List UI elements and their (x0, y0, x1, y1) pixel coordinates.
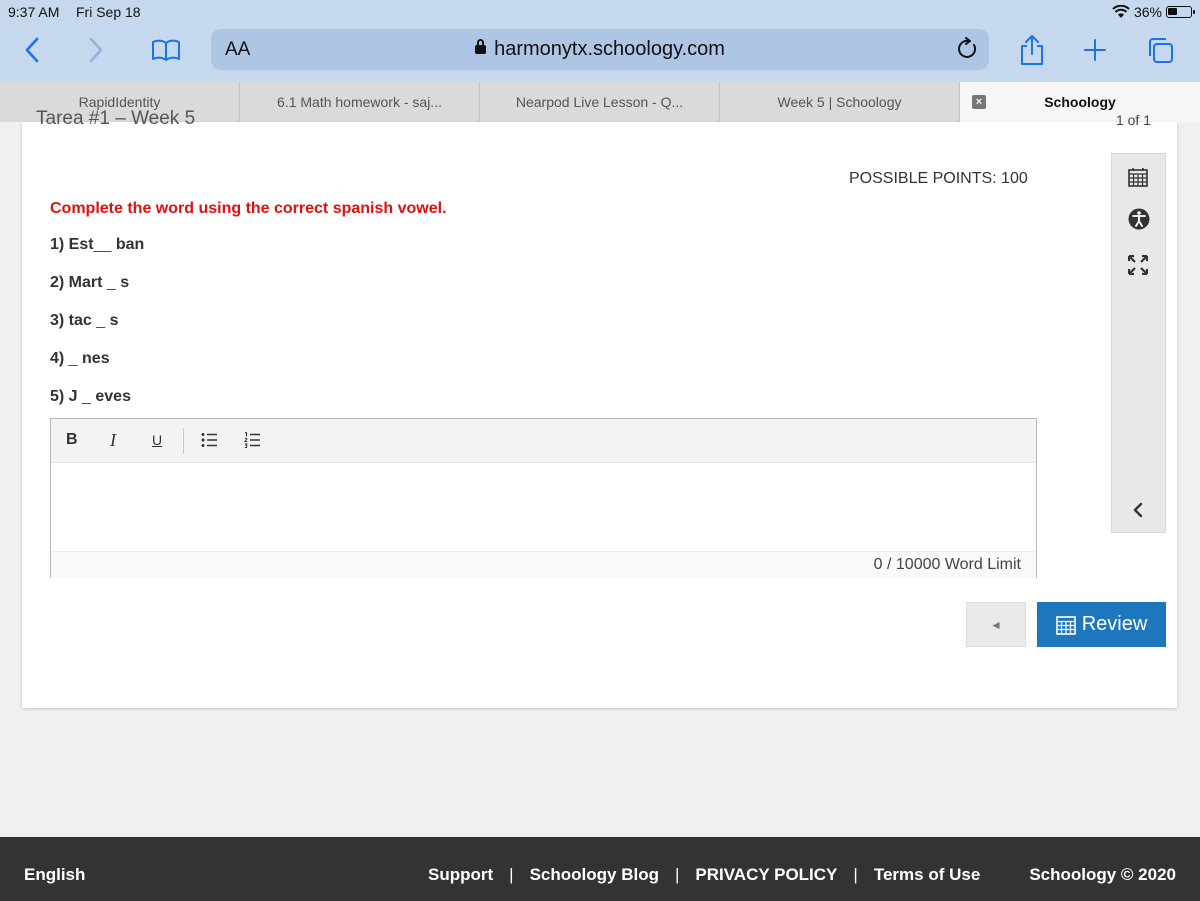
answer-editor: B I U 0 / 10000 Word Limit (50, 418, 1037, 578)
tab-math-homework[interactable]: 6.1 Math homework - saj... (240, 82, 480, 122)
footer-links: Support | Schoology Blog | PRIVACY POLIC… (428, 865, 980, 885)
terms-of-use-link[interactable]: Terms of Use (874, 865, 980, 885)
review-button-label: Review (1081, 613, 1148, 635)
reload-button[interactable] (957, 37, 979, 66)
address-bar[interactable]: AA harmonytx.schoology.com (211, 29, 989, 70)
language-selector[interactable]: English (24, 865, 85, 885)
tabs-icon (1149, 38, 1173, 63)
question-list: 1) Est__ ban 2) Mart _ s 3) tac _ s 4) _… (50, 236, 144, 426)
question-item: 3) tac _ s (50, 312, 119, 329)
tab-week5-schoology[interactable]: Week 5 | Schoology (720, 82, 960, 122)
assessment-side-panel (1111, 153, 1166, 533)
back-button[interactable] (18, 32, 46, 68)
plus-icon (1084, 39, 1106, 61)
status-bar: 9:37 AM Fri Sep 18 36% (0, 0, 1200, 24)
forward-button[interactable] (82, 32, 110, 68)
copyright-text: Schoology © 2020 (1029, 865, 1176, 884)
tab-schoology[interactable]: × Schoology (960, 82, 1200, 122)
possible-points: POSSIBLE POINTS: 100 (849, 170, 1028, 187)
numbered-list-button[interactable] (243, 431, 260, 453)
status-time: 9:37 AM (8, 4, 60, 20)
question-item: 4) _ nes (50, 350, 110, 367)
accessibility-icon[interactable] (1128, 208, 1150, 235)
footer-separator: | (509, 865, 514, 884)
chevron-right-icon (89, 37, 103, 63)
book-icon (152, 39, 180, 61)
battery-icon (1166, 6, 1195, 18)
bold-button[interactable]: B (66, 431, 78, 449)
close-tab-icon[interactable]: × (972, 95, 986, 109)
toolbar-divider (183, 428, 184, 454)
support-link[interactable]: Support (428, 865, 493, 885)
schoology-blog-link[interactable]: Schoology Blog (530, 865, 659, 885)
share-icon (1021, 35, 1043, 65)
lock-icon (475, 39, 487, 54)
tabs-overview-button[interactable] (1144, 32, 1176, 68)
new-tab-button[interactable] (1081, 32, 1109, 68)
privacy-policy-link[interactable]: PRIVACY POLICY (695, 865, 837, 885)
footer-separator: | (674, 865, 680, 884)
battery-percent: 36% (1133, 4, 1162, 20)
status-date: Fri Sep 18 (76, 4, 141, 20)
answer-text-area[interactable] (51, 463, 1036, 551)
bullet-list-icon (201, 433, 217, 447)
expand-icon[interactable] (1127, 254, 1149, 280)
page-count: 1 of 1 (1115, 112, 1151, 128)
wifi-icon (1112, 5, 1130, 18)
underline-button[interactable]: U (152, 432, 162, 448)
previous-question-button[interactable]: ◄ (966, 602, 1026, 647)
url-text: harmonytx.schoology.com (494, 38, 725, 60)
collapse-chevron-icon[interactable] (1133, 502, 1143, 523)
site-footer: English Support | Schoology Blog | PRIVA… (0, 837, 1200, 901)
calendar-icon[interactable] (1128, 168, 1148, 192)
footer-separator: | (853, 865, 858, 884)
editor-toolbar: B I U (51, 419, 1036, 463)
reload-icon (958, 37, 977, 58)
browser-toolbar: AA harmonytx.schoology.com (0, 24, 1200, 82)
share-button[interactable] (1018, 32, 1046, 68)
assignment-card: Tarea #1 – Week 5 1 of 1 POSSIBLE POINTS… (22, 108, 1177, 708)
question-item: 1) Est__ ban (50, 236, 145, 253)
bookmarks-button[interactable] (150, 32, 182, 68)
instruction-text: Complete the word using the correct span… (50, 200, 447, 217)
review-button[interactable]: Review (1037, 602, 1166, 647)
tab-nearpod[interactable]: Nearpod Live Lesson - Q... (480, 82, 720, 122)
calendar-icon (1055, 615, 1076, 635)
chevron-left-icon (25, 37, 39, 63)
bullet-list-button[interactable] (201, 432, 217, 453)
word-limit-counter: 0 / 10000 Word Limit (51, 551, 1036, 578)
assignment-title: Tarea #1 – Week 5 (36, 108, 196, 128)
numbered-list-icon (243, 431, 260, 448)
question-item: 2) Mart _ s (50, 274, 130, 291)
italic-button[interactable]: I (110, 430, 116, 451)
